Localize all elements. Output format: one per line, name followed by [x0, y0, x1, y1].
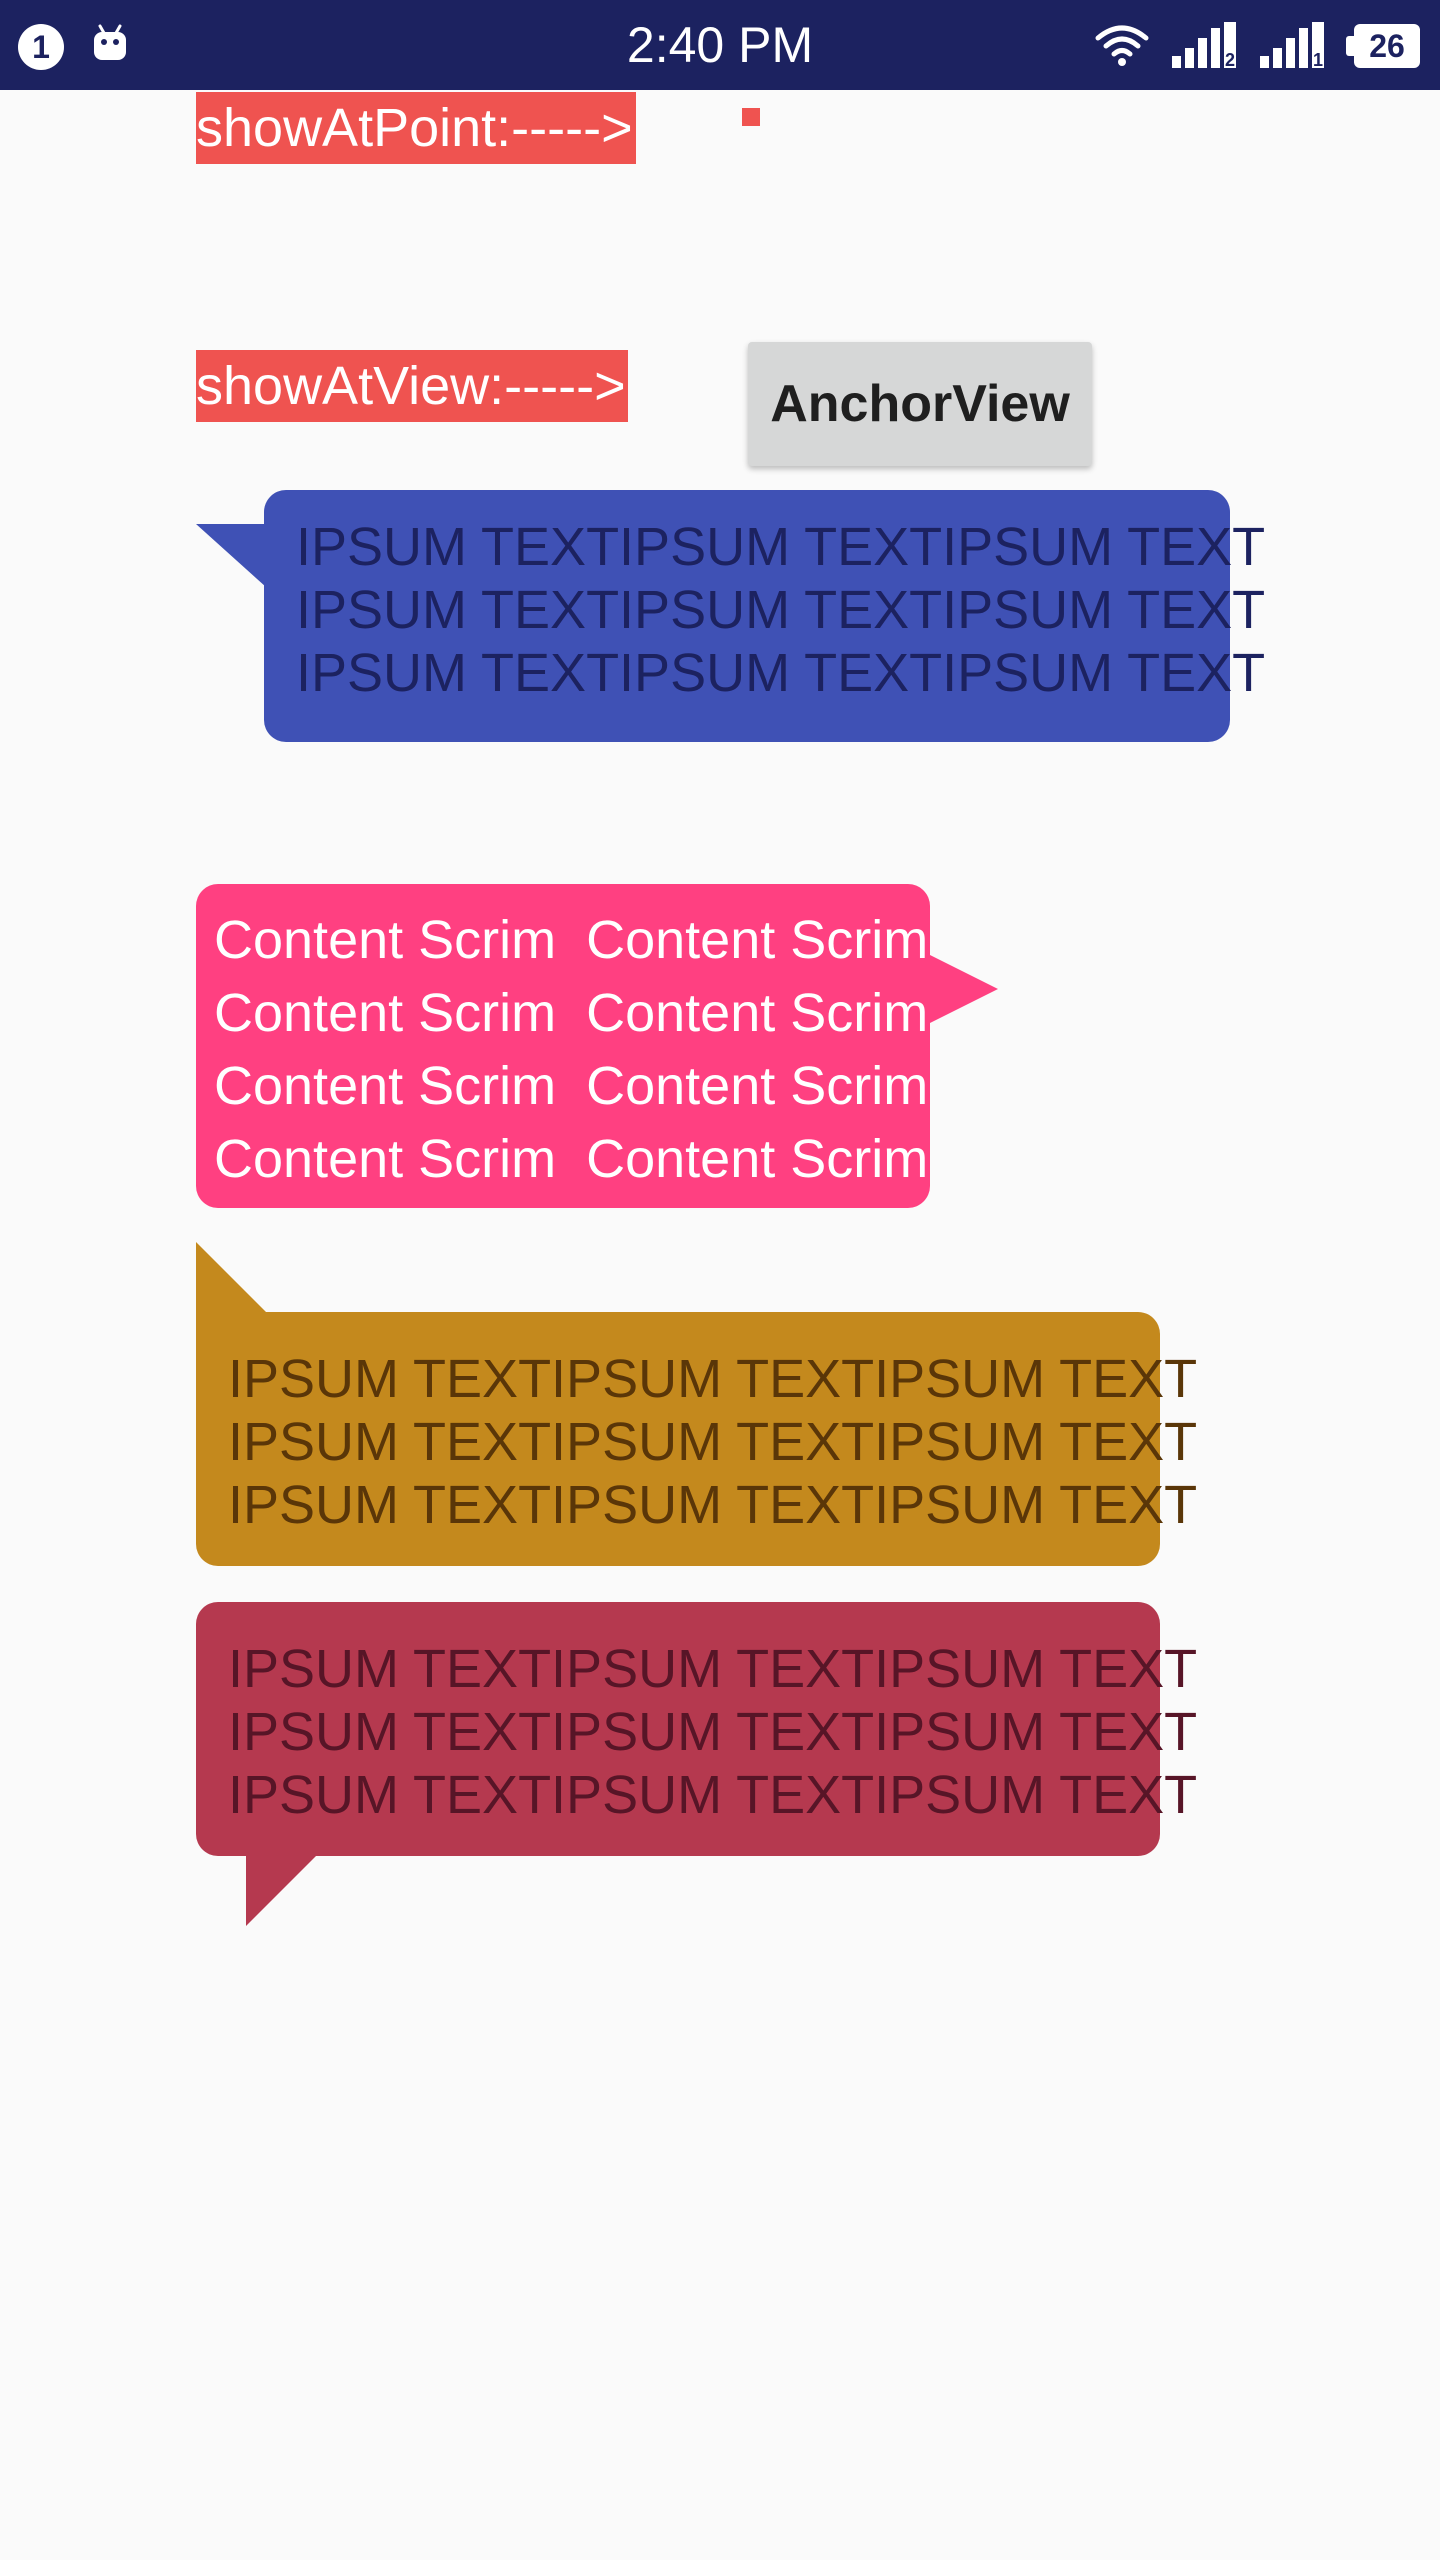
bubble-text-line: Content Scrim Content Scrim: [214, 983, 929, 1043]
bubble-text-line: IPSUM TEXTIPSUM TEXTIPSUM TEXT: [296, 643, 1266, 703]
gold-bubble-tail: [196, 1242, 272, 1318]
battery-icon: 26: [1346, 24, 1422, 68]
crimson-bubble-tail: [246, 1850, 322, 1926]
gold-tooltip-bubble[interactable]: IPSUM TEXTIPSUM TEXTIPSUM TEXT IPSUM TEX…: [196, 1312, 1198, 1566]
bubble-text-line: Content Scrim Content Scrim: [214, 1129, 929, 1189]
show-at-point-label: showAtPoint:----->: [196, 92, 636, 164]
crimson-tooltip-bubble[interactable]: IPSUM TEXTIPSUM TEXTIPSUM TEXT IPSUM TEX…: [196, 1602, 1198, 1856]
blue-tooltip-bubble[interactable]: IPSUM TEXTIPSUM TEXTIPSUM TEXT IPSUM TEX…: [264, 490, 1266, 742]
bubble-text-line: IPSUM TEXTIPSUM TEXTIPSUM TEXT: [228, 1475, 1198, 1535]
bubble-text-line: Content Scrim Content Scrim: [214, 910, 929, 970]
bubble-text-line: IPSUM TEXTIPSUM TEXTIPSUM TEXT: [228, 1765, 1198, 1825]
bubble-text-line: IPSUM TEXTIPSUM TEXTIPSUM TEXT: [296, 517, 1266, 577]
wifi-icon: [1095, 25, 1149, 66]
signal-icon: 1: [1260, 22, 1324, 70]
svg-text:1: 1: [1313, 50, 1323, 70]
point-marker: [742, 108, 760, 126]
pink-tooltip-bubble[interactable]: Content Scrim Content Scrim Content Scri…: [196, 884, 930, 1208]
anchor-view-button[interactable]: AnchorView: [748, 342, 1092, 466]
bubble-text-line: IPSUM TEXTIPSUM TEXTIPSUM TEXT: [228, 1702, 1198, 1762]
bubble-text-line: Content Scrim Content Scrim: [214, 1056, 929, 1116]
signal-icon: 2: [1172, 22, 1236, 70]
bubble-text-line: IPSUM TEXTIPSUM TEXTIPSUM TEXT: [296, 580, 1266, 640]
bubble-text-line: IPSUM TEXTIPSUM TEXTIPSUM TEXT: [228, 1639, 1198, 1699]
pink-bubble-tail: [924, 952, 998, 1026]
svg-text:2: 2: [1225, 50, 1235, 70]
battery-level: 26: [1369, 28, 1405, 64]
bubble-text-line: IPSUM TEXTIPSUM TEXTIPSUM TEXT: [228, 1349, 1198, 1409]
show-at-view-label: showAtView:----->: [196, 350, 628, 422]
bubble-text-line: IPSUM TEXTIPSUM TEXTIPSUM TEXT: [228, 1412, 1198, 1472]
status-bar: 1 2:40 PM 2 1 26: [0, 0, 1440, 90]
